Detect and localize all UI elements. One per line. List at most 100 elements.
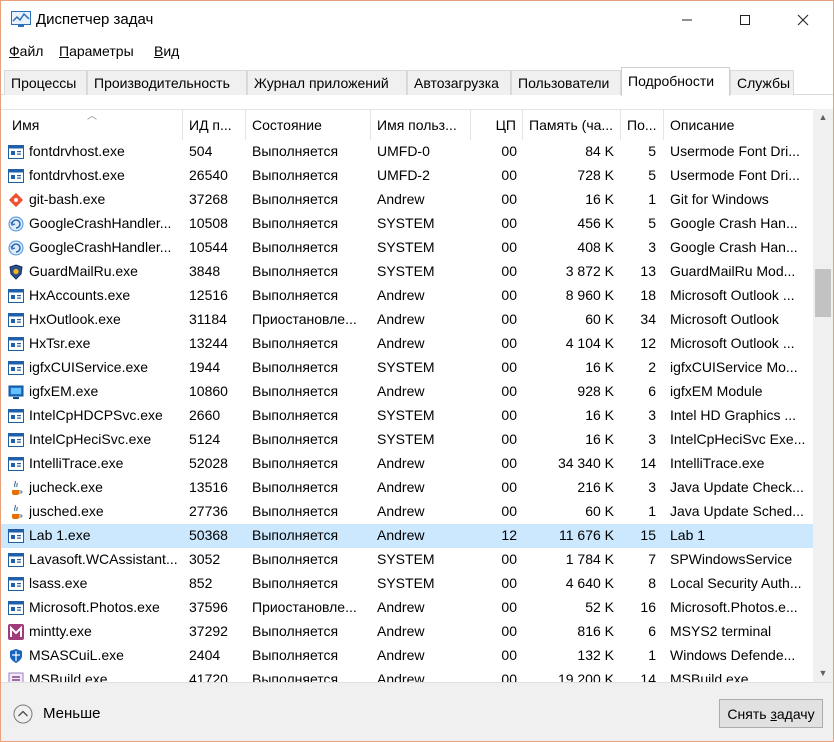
window-app-icon [8,576,24,592]
cell-description: Git for Windows [670,191,769,207]
cell-status: Выполняется [252,431,339,447]
minimize-button[interactable] [658,1,716,39]
table-row[interactable]: mintty.exe 37292 Выполняется Andrew 00 816 K 6… [1,620,813,644]
table-row[interactable]: IntelCpHDCPSvc.exe 2660 Выполняется SYSTEM 0… [1,404,813,428]
msys2-icon [8,624,24,640]
cell-description: Microsoft Outlook ... [670,287,795,303]
cell-user: Andrew [377,503,425,519]
scroll-thumb[interactable] [815,269,831,317]
menu-view[interactable]: Вид [154,43,179,59]
cell-threads: 16 [640,599,656,615]
menu-file-label: айл [19,43,44,59]
fewer-details-link[interactable]: Меньше [43,705,100,722]
cell-description: Microsoft Outlook [670,311,779,327]
cell-status: Выполняется [252,335,339,351]
cell-status: Выполняется [252,575,339,591]
column-header-name[interactable]: ︿ Имя [1,110,183,140]
scroll-down-button[interactable]: ▼ [813,665,833,682]
java-icon [8,504,24,520]
column-header-memory[interactable]: Память (ча... [523,110,621,140]
column-header-user[interactable]: Имя польз... [371,110,471,140]
table-row[interactable]: GuardMailRu.exe 3848 Выполняется SYSTEM 00 3 … [1,260,813,284]
column-header-status[interactable]: Состояние [246,110,371,140]
cell-name: jucheck.exe [29,479,103,495]
cell-status: Выполняется [252,527,339,543]
chevron-up-circle-icon[interactable] [13,704,33,724]
tab-services[interactable]: Службы [730,70,794,95]
cell-user: SYSTEM [377,215,435,231]
git-icon [8,192,24,208]
table-row[interactable]: MSASCuiL.exe 2404 Выполняется Andrew 00 132 K… [1,644,813,668]
tab-details[interactable]: Подробности [621,67,730,96]
table-row[interactable]: Lavasoft.WCAssistant... 3052 Выполняется SY… [1,548,813,572]
table-row[interactable]: Microsoft.Photos.exe 37596 Приостановле...… [1,596,813,620]
cell-description: igfxCUIService Mo... [670,359,798,375]
footer-bar: Меньше Снять задачу [1,682,833,741]
table-row[interactable]: igfxEM.exe 10860 Выполняется Andrew 00 928 K 6… [1,380,813,404]
java-icon [8,480,24,496]
cell-pid: 37596 [189,599,228,615]
maximize-button[interactable] [716,1,774,39]
window-app-icon [8,312,24,328]
menu-parameters-label: араметры [69,43,134,59]
cell-user: UMFD-0 [377,143,430,159]
end-task-button[interactable]: Снять задачу [719,699,823,728]
cell-threads: 1 [648,647,656,663]
menu-parameters[interactable]: Параметры [59,43,134,59]
cell-pid: 41720 [189,671,228,682]
table-row[interactable]: IntelCpHeciSvc.exe 5124 Выполняется SYSTEM 0… [1,428,813,452]
column-header-description[interactable]: Описание [664,110,813,140]
table-row[interactable]: fontdrvhost.exe 26540 Выполняется UMFD-2 00 7… [1,164,813,188]
table-row[interactable]: IntelliTrace.exe 52028 Выполняется Andrew 00… [1,452,813,476]
cell-memory: 456 K [577,215,614,231]
cell-name: IntelCpHDCPSvc.exe [29,407,163,423]
table-row[interactable]: jusched.exe 27736 Выполняется Andrew 00 60 K 1… [1,500,813,524]
cell-user: Andrew [377,311,425,327]
cell-description: Java Update Check... [670,479,804,495]
cell-memory: 928 K [577,383,614,399]
menu-file[interactable]: Файл [9,43,43,59]
cell-memory: 8 960 K [565,287,614,303]
tab-processes[interactable]: Процессы [4,70,87,95]
cell-memory: 132 K [577,647,614,663]
cell-memory: 1 784 K [565,551,614,567]
close-button[interactable] [774,1,832,39]
table-row[interactable]: igfxCUIService.exe 1944 Выполняется SYSTEM 0… [1,356,813,380]
table-row[interactable]: GoogleCrashHandler... 10508 Выполняется SYS… [1,212,813,236]
cell-description: SPWindowsService [670,551,793,567]
tab-performance[interactable]: Производительность [87,70,247,95]
cell-cpu: 00 [501,431,517,447]
table-row[interactable]: git-bash.exe 37268 Выполняется Andrew 00 16 K… [1,188,813,212]
vertical-scrollbar[interactable]: ▲ ▼ [813,109,833,682]
shield-icon [8,264,24,280]
cell-threads: 8 [648,575,656,591]
table-row[interactable]: HxAccounts.exe 12516 Выполняется Andrew 00 8 … [1,284,813,308]
window-app-icon [8,144,24,160]
table-row[interactable]: HxTsr.exe 13244 Выполняется Andrew 00 4 104 K… [1,332,813,356]
column-header-pid[interactable]: ИД п... [183,110,246,140]
table-row[interactable]: fontdrvhost.exe 504 Выполняется UMFD-0 00 84 … [1,140,813,164]
cell-status: Выполняется [252,623,339,639]
column-header-threads[interactable]: По... [621,110,664,140]
menu-file-mnemonic: Ф [9,43,20,59]
cell-description: Google Crash Han... [670,239,798,255]
cell-name: fontdrvhost.exe [29,167,125,183]
tab-startup[interactable]: Автозагрузка [407,70,511,95]
table-row[interactable]: MSBuild.exe 41720 Выполняется Andrew 00 19 20… [1,668,813,682]
title-bar[interactable]: Диспетчер задач [1,1,833,39]
cell-memory: 16 K [585,431,614,447]
table-row[interactable]: jucheck.exe 13516 Выполняется Andrew 00 216 K… [1,476,813,500]
table-row[interactable]: Lab 1.exe 50368 Выполняется Andrew 12 11 676 … [1,524,813,548]
scroll-up-button[interactable]: ▲ [813,109,833,126]
column-header-cpu[interactable]: ЦП [471,110,523,140]
cell-threads: 3 [648,239,656,255]
cell-threads: 3 [648,479,656,495]
cell-status: Выполняется [252,647,339,663]
table-row[interactable]: lsass.exe 852 Выполняется SYSTEM 00 4 640 K 8L… [1,572,813,596]
table-row[interactable]: HxOutlook.exe 31184 Приостановле... Andrew 0… [1,308,813,332]
tab-users[interactable]: Пользователи [511,70,621,95]
cell-cpu: 00 [501,287,517,303]
tab-app-history[interactable]: Журнал приложений [247,70,407,95]
google-update-icon [8,216,24,232]
table-row[interactable]: GoogleCrashHandler... 10544 Выполняется SYS… [1,236,813,260]
